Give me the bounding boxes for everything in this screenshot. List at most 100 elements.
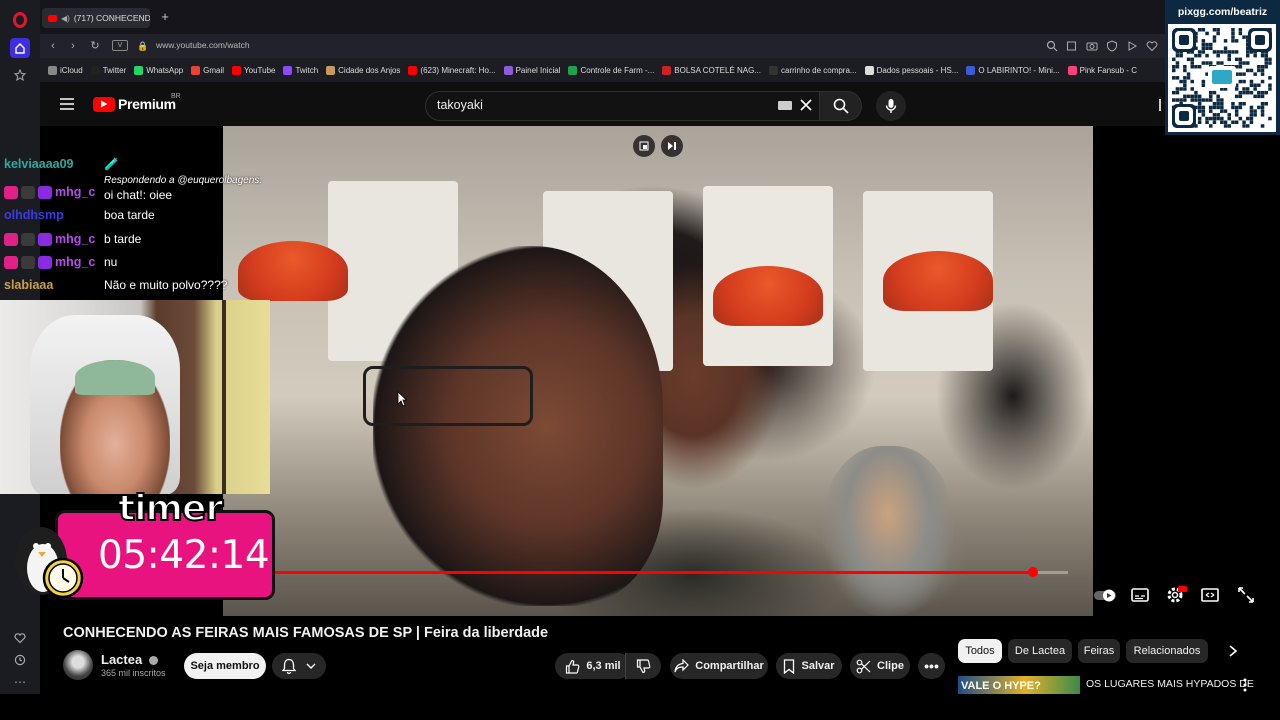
bookmark-favicon-icon [90,65,100,75]
heart-icon[interactable] [10,628,30,648]
chevron-right-icon[interactable] [1228,644,1238,658]
bookmark-favicon-icon [966,65,976,75]
notifications-button[interactable] [272,653,326,679]
star-icon[interactable] [10,65,30,85]
play-icon[interactable] [1126,40,1138,52]
more-actions-button[interactable]: ••• [918,653,945,679]
keyboard-icon[interactable] [778,101,792,110]
video-title: CONHECENDO AS FEIRAS MAIS FAMOSAS DE SP … [63,625,549,641]
youtube-premium-logo[interactable]: Premium [93,96,176,112]
fruit-bowl [713,266,823,326]
chat-badge-icon [21,255,35,269]
bookmark-item[interactable]: iCloud [48,65,83,75]
history-icon[interactable] [10,650,30,670]
menu-icon[interactable] [59,97,75,111]
bookmark-item[interactable]: Dados pessoais - HS... [864,65,959,75]
heart-outline-icon[interactable] [1146,40,1158,52]
miniplayer-icon[interactable] [633,135,655,157]
new-tab-button[interactable]: + [158,10,172,24]
save-button[interactable]: Salvar [776,653,842,679]
bookmark-favicon-icon [408,65,418,75]
bookmark-item[interactable]: O LABIRINTO! - Mini... [966,65,1060,75]
bookmark-item[interactable]: Pink Fansub - C [1067,65,1137,75]
bookmark-item[interactable]: YouTube [232,65,275,75]
back-icon[interactable]: ‹ [45,38,61,54]
search-query: takoyaki [437,98,483,112]
clip-button[interactable]: Clipe [850,653,910,679]
channel-name[interactable]: Lactea [101,652,158,667]
theater-mode-icon[interactable] [1200,585,1220,605]
search-input[interactable] [425,91,820,121]
search-page-icon[interactable] [1046,40,1058,52]
speaker-icon[interactable]: ◀) [61,14,70,23]
skip-icon[interactable] [661,135,683,157]
bookmark-item[interactable]: Twitch [283,65,318,75]
captions-icon[interactable] [1130,585,1150,605]
timer-label: timer [117,487,224,530]
background-person [823,446,953,616]
progress-scrubber[interactable] [1028,567,1038,577]
bookmark-item[interactable]: WhatsApp [134,65,183,75]
search-button[interactable] [820,91,862,121]
more-icon[interactable]: ⋯ [10,672,30,692]
chat-username[interactable]: olhdhsmp [4,208,64,222]
camera-icon[interactable] [1086,40,1098,52]
bookmark-favicon-icon [134,65,144,75]
clip-label: Clipe [877,660,904,672]
bookmark-favicon-icon [1067,65,1077,75]
create-icon[interactable] [1157,98,1165,112]
chip-feiras[interactable]: Feiras [1078,639,1120,663]
tab-youtube[interactable]: ◀) (717) CONHECENDO [42,8,150,28]
opera-logo-icon[interactable] [10,10,30,30]
bookmark-item[interactable]: BOLSA COTELÉ NAG... [662,65,761,75]
bookmark-label: Dados pessoais - HS... [876,65,959,75]
bookmark-item[interactable]: Gmail [191,65,224,75]
chat-message: oi chat!: oiee [104,188,173,202]
chat-username[interactable]: mhg_c [55,185,95,199]
like-button[interactable]: 6,3 mil [555,653,631,679]
recommendation-title[interactable]: OS LUGARES MAIS HYPADOS DE [1086,678,1254,690]
bookmark-label: iCloud [60,65,83,75]
voice-search-button[interactable] [876,91,906,121]
settings-gear-icon[interactable] [1165,585,1187,605]
home-icon[interactable] [10,38,30,58]
chip-from-channel[interactable]: De Lactea [1008,639,1072,663]
chip-related[interactable]: Relacionados [1126,639,1208,663]
chat-message: b tarde [104,232,142,246]
video-frame[interactable] [223,126,1093,616]
region-code: BR [171,93,181,100]
chip-all[interactable]: Todos [958,639,1002,663]
url-field[interactable]: www.youtube.com/watch [156,40,250,50]
bookmark-favicon-icon [568,65,578,75]
lock-icon: 🔒 [137,41,149,51]
chat-username[interactable]: slabiaaa [4,278,53,292]
fullscreen-icon[interactable] [1236,585,1256,605]
reload-icon[interactable]: ↻ [87,38,103,54]
bookmark-item[interactable]: Cidade dos Anjos [326,65,400,75]
chat-username[interactable]: mhg_c [55,232,95,246]
forward-icon[interactable]: › [65,38,81,54]
kebab-menu-icon[interactable] [1242,677,1248,693]
chat-user-row: slabiaaa [4,278,53,292]
chat-user-row: kelviaaaa09 [4,157,74,171]
edit-icon[interactable] [1066,40,1078,52]
bookmark-item[interactable]: Controle de Farm -... [568,65,654,75]
join-button[interactable]: Seja membro [184,653,266,679]
bookmark-item[interactable]: Painel Inicial [503,65,560,75]
bookmark-item[interactable]: carrinho de compra... [769,65,857,75]
dislike-button[interactable] [625,653,661,679]
vpn-icon[interactable]: V [112,40,128,51]
progress-fill [270,571,1032,574]
autoplay-toggle[interactable] [1094,585,1116,605]
shield-icon[interactable] [1106,40,1118,52]
bookmark-item[interactable]: Twitter [90,65,126,75]
chat-username[interactable]: mhg_c [55,255,95,269]
bookmark-item[interactable]: (623) Minecraft: Ho... [408,65,496,75]
recommendation-thumbnail[interactable]: VALE O HYPE? [958,676,1080,696]
channel-avatar[interactable] [63,650,93,680]
more-horizontal-icon: ••• [924,658,939,674]
share-button[interactable]: Compartilhar [670,653,768,679]
clear-search-icon[interactable] [799,98,813,112]
chat-username[interactable]: kelviaaaa09 [4,157,74,171]
chat-user-row: mhg_c [4,255,95,269]
